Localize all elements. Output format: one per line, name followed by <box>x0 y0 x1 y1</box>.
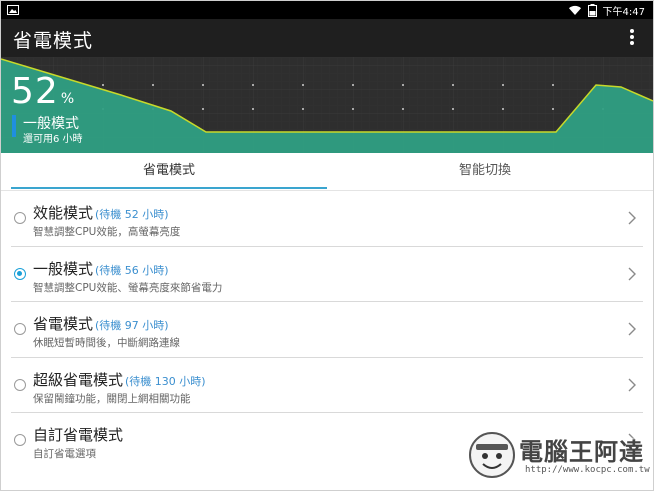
mode-list: 效能模式 (待機 52 小時) 智慧調整CPU效能，高螢幕亮度 一般模式 (待機 5… <box>1 191 653 469</box>
battery-icon <box>587 3 597 17</box>
battery-chart <box>1 57 653 153</box>
chevron-right-icon <box>628 378 636 391</box>
tab-smart-switch[interactable]: 智能切換 <box>327 153 643 191</box>
wifi-icon <box>568 5 581 15</box>
radio-button[interactable] <box>14 378 26 391</box>
chevron-right-icon <box>628 211 636 225</box>
standby-time: (待機 130 小時) <box>125 374 206 388</box>
status-bar: 下午4:47 <box>1 1 653 19</box>
watermark: 電腦王阿達 http://www.kocpc.com.tw <box>467 428 650 484</box>
radio-button-selected[interactable] <box>14 267 26 280</box>
standby-time: (待機 56 小時) <box>95 263 169 277</box>
battery-graph: 52% 一般模式 還可用6 小時 <box>1 57 653 153</box>
radio-button[interactable] <box>14 323 26 335</box>
mascot-face-icon <box>469 432 515 478</box>
chevron-right-icon <box>628 267 636 280</box>
mode-indicator <box>12 115 16 137</box>
mode-name: 效能模式 <box>33 204 94 222</box>
mode-item-performance[interactable]: 效能模式 (待機 52 小時) 智慧調整CPU效能，高螢幕亮度 <box>11 191 643 247</box>
page-title: 省電模式 <box>13 30 94 52</box>
mode-name: 自訂省電模式 <box>33 426 124 444</box>
radio-button[interactable] <box>14 212 26 224</box>
standby-time: (待機 97 小時) <box>95 319 169 332</box>
mode-description: 休眠短暫時間後，中斷網路連線 <box>33 337 180 349</box>
status-time: 下午4:47 <box>602 6 645 18</box>
app-bar: 省電模式 <box>1 19 653 57</box>
mode-name: 超級省電模式 <box>33 370 124 389</box>
app-window: 下午4:47 省電模式 52 % 一般模式 還可用6 小時 省電模式 智能切換 … <box>0 0 654 491</box>
chevron-right-icon <box>628 322 636 336</box>
radio-button[interactable] <box>14 434 26 446</box>
tab-power-saving[interactable]: 省電模式 <box>11 153 327 191</box>
image-icon <box>7 5 19 15</box>
mode-name: 省電模式 <box>33 315 94 333</box>
mode-item-power-saving[interactable]: 省電模式 (待機 97 小時) 休眠短暫時間後，中斷網路連線 <box>11 302 643 358</box>
remaining-time: 還可用6 小時 <box>23 134 83 145</box>
watermark-name: 電腦王阿達 <box>519 438 644 466</box>
tab-indicator <box>11 187 327 189</box>
mode-description: 智慧調整CPU效能，高螢幕亮度 <box>33 226 181 238</box>
mode-name: 一般模式 <box>33 259 94 278</box>
mode-description: 保留鬧鐘功能，關閉上網相關功能 <box>33 392 191 405</box>
more-vert-icon[interactable] <box>629 29 635 47</box>
mode-description: 自訂省電選項 <box>33 448 96 460</box>
battery-percent-unit: % <box>60 91 75 107</box>
mode-description: 智慧調整CPU效能、螢幕亮度來節省電力 <box>33 281 223 294</box>
standby-time: (待機 52 小時) <box>95 208 169 221</box>
mode-item-normal[interactable]: 一般模式 (待機 56 小時) 智慧調整CPU效能、螢幕亮度來節省電力 <box>11 247 643 302</box>
battery-percent: 52% <box>11 71 74 112</box>
watermark-url: http://www.kocpc.com.tw <box>525 465 650 475</box>
mode-item-super-saving[interactable]: 超級省電模式 (待機 130 小時) 保留鬧鐘功能，關閉上網相關功能 <box>11 358 643 413</box>
tab-bar: 省電模式 智能切換 <box>1 153 653 191</box>
battery-percent-value: 52 <box>11 71 59 112</box>
